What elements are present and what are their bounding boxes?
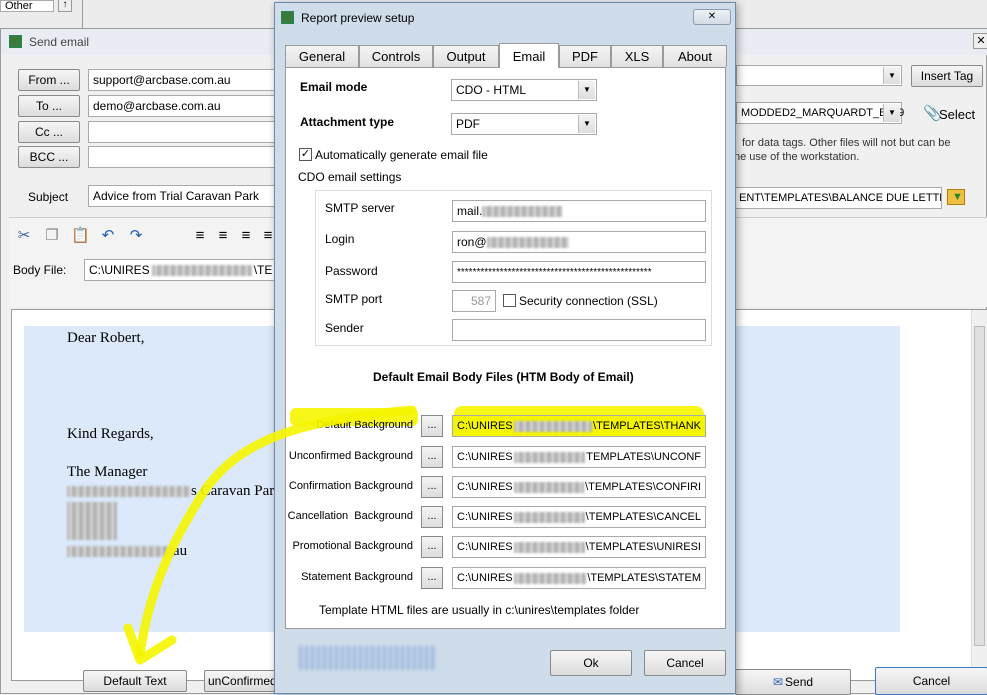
arrow-curve	[135, 405, 417, 660]
arrow-head	[123, 623, 177, 665]
tab-email[interactable]: Email	[499, 43, 559, 68]
annotation-arrow	[123, 405, 417, 665]
